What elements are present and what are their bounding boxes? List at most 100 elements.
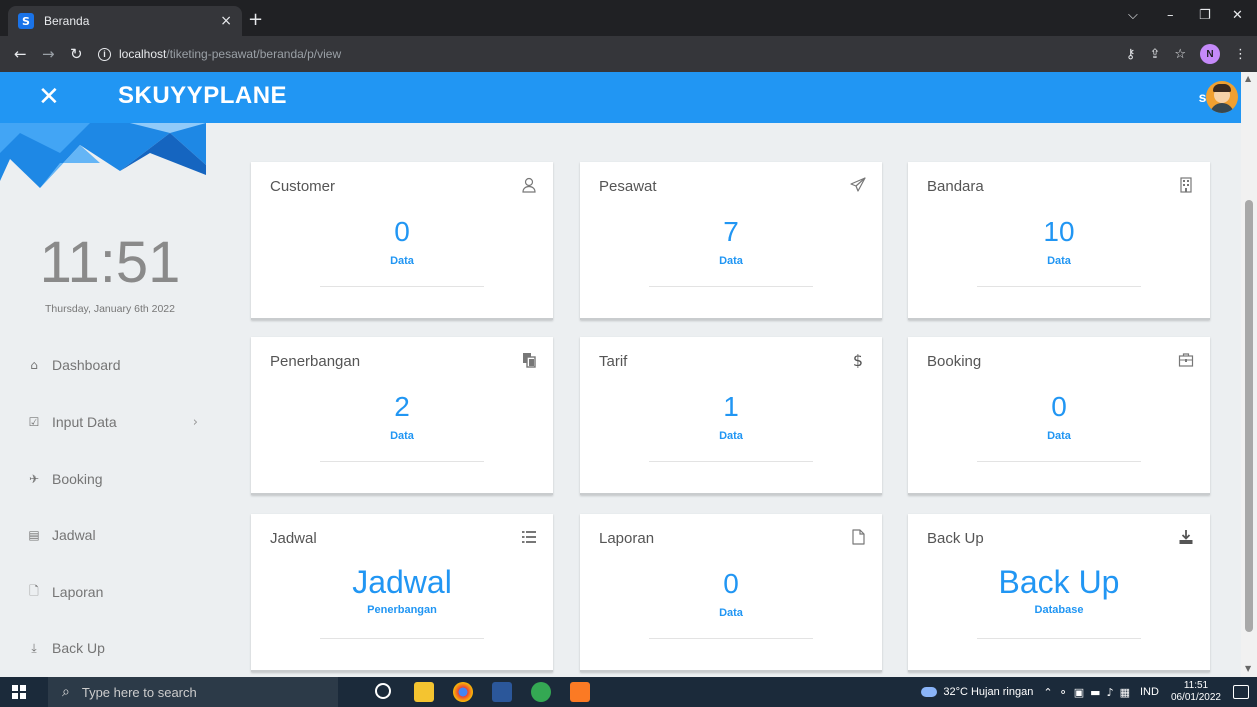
sidebar-close-icon[interactable]: ✕ <box>38 84 60 110</box>
page-scrollbar[interactable]: ▲ ▼ <box>1241 72 1257 677</box>
card-divider <box>649 461 813 462</box>
brand-title[interactable]: SKUYYPLANE <box>118 82 287 110</box>
site-info-icon[interactable]: i <box>98 47 111 61</box>
clock-time: 11:51 <box>39 230 181 295</box>
card-value: 2 <box>394 391 410 422</box>
card-subtitle: Data <box>719 255 743 267</box>
system-tray: 32°C Hujan ringan ⌃⚬▣▬♪▦ IND 11:51 06/01… <box>921 677 1257 707</box>
reload-icon[interactable]: ↻ <box>70 45 84 63</box>
copy-icon <box>523 353 536 368</box>
card-divider <box>977 638 1141 639</box>
back-icon[interactable]: ← <box>14 45 28 63</box>
card-subtitle: Data <box>719 430 743 442</box>
sidebar-item-label: Dashboard <box>52 357 121 373</box>
key-icon[interactable]: ⚷ <box>1126 47 1136 62</box>
star-icon[interactable]: ☆ <box>1174 47 1186 62</box>
share-icon[interactable]: ⇪ <box>1149 47 1160 62</box>
url-field[interactable]: i localhost /tiketing-pesawat/beranda/p/… <box>98 40 1178 68</box>
url-path: /tiketing-pesawat/beranda/p/view <box>166 47 342 61</box>
card-customer[interactable]: Customer 0 Data <box>251 162 553 320</box>
browser-tab-strip: S Beranda × + ⌵ – ❐ ✕ <box>0 0 1257 36</box>
file-icon: 🗋 <box>29 583 39 598</box>
card-divider <box>649 286 813 287</box>
profile-avatar[interactable]: N <box>1200 44 1220 64</box>
card-value: 0 <box>394 216 410 247</box>
app-icon[interactable] <box>531 682 551 702</box>
file-explorer-icon[interactable] <box>414 682 434 702</box>
card-penerbangan[interactable]: Penerbangan 2 Data <box>251 337 553 495</box>
sidebar-item-booking[interactable]: ✈ Booking <box>28 469 198 489</box>
sidebar-banner-image <box>0 123 206 188</box>
card-subtitle: Data <box>390 255 414 267</box>
sidebar-item-label: Booking <box>52 471 103 487</box>
card-jadwal[interactable]: Jadwal Jadwal Penerbangan <box>251 514 553 672</box>
tab-close-icon[interactable]: × <box>220 13 232 29</box>
sidebar-item-jadwal[interactable]: ▤ Jadwal <box>28 525 198 545</box>
language-indicator[interactable]: IND <box>1140 686 1159 698</box>
card-back-up[interactable]: Back Up Back Up Database <box>908 514 1210 672</box>
card-title: Jadwal <box>270 530 317 547</box>
windows-start-icon[interactable] <box>12 685 26 699</box>
download-icon: ⤓ <box>31 640 37 655</box>
notification-icon[interactable] <box>1233 685 1249 699</box>
page-viewport: ✕ SKUYYPLANE su 11:51 Thursday, January … <box>0 72 1257 677</box>
sidebar-item-label: Laporan <box>52 584 104 600</box>
sidebar-item-label: Input Data <box>52 414 117 430</box>
restore-icon[interactable]: ❐ <box>1199 8 1211 23</box>
sidebar-item-label: Jadwal <box>52 527 96 543</box>
new-tab-icon[interactable]: + <box>248 9 263 30</box>
card-tarif[interactable]: Tarif $ 1 Data <box>580 337 882 495</box>
menu-kebab-icon[interactable]: ⋮ <box>1234 47 1247 62</box>
weather-text[interactable]: 32°C Hujan ringan <box>943 686 1033 698</box>
card-subtitle: Data <box>1047 430 1071 442</box>
card-laporan[interactable]: Laporan 0 Data <box>580 514 882 672</box>
card-title: Bandara <box>927 178 984 195</box>
card-title: Laporan <box>599 530 655 547</box>
building-icon <box>1180 177 1192 193</box>
briefcase-icon <box>1178 353 1194 367</box>
tab-search-chevron-icon[interactable]: ⌵ <box>1128 8 1138 23</box>
forward-icon[interactable]: → <box>42 45 56 63</box>
dollar-icon: $ <box>853 352 863 368</box>
plane-icon: ✈ <box>28 472 40 486</box>
chrome-icon[interactable] <box>453 682 473 702</box>
chevron-right-icon: › <box>192 414 198 430</box>
svg-text:$: $ <box>853 352 863 368</box>
taskbar-search-box[interactable]: ⌕ Type here to search <box>48 677 338 707</box>
browser-tab[interactable]: S Beranda × <box>8 6 242 36</box>
sidebar-item-input-data[interactable]: ☑ Input Data › <box>28 412 198 432</box>
sidebar-item-back-up[interactable]: ⤓ Back Up <box>28 638 198 658</box>
minimize-icon[interactable]: – <box>1167 8 1174 23</box>
user-icon <box>522 177 536 193</box>
tab-favicon-icon: S <box>18 13 34 29</box>
sidebar-item-laporan[interactable]: 🗋 Laporan <box>28 582 198 602</box>
card-title: Tarif <box>599 353 628 370</box>
scroll-up-arrow-icon[interactable]: ▲ <box>1245 74 1251 83</box>
card-divider <box>320 461 484 462</box>
xampp-icon[interactable] <box>570 682 590 702</box>
taskbar-search-placeholder: Type here to search <box>81 684 197 700</box>
card-bandara[interactable]: Bandara 10 Data <box>908 162 1210 320</box>
card-title: Booking <box>927 353 982 370</box>
scrollbar-thumb[interactable] <box>1245 200 1253 632</box>
home-icon: ⌂ <box>30 358 38 372</box>
card-value: 10 <box>1043 216 1075 247</box>
card-divider <box>977 286 1141 287</box>
user-avatar[interactable] <box>1206 81 1238 113</box>
taskbar-clock[interactable]: 11:51 06/01/2022 <box>1171 680 1221 704</box>
card-booking[interactable]: Booking 0 Data <box>908 337 1210 495</box>
card-title: Customer <box>270 178 336 195</box>
tray-icons[interactable]: ⌃⚬▣▬♪▦ <box>1043 686 1136 699</box>
card-pesawat[interactable]: Pesawat 7 Data <box>580 162 882 320</box>
card-divider <box>977 461 1141 462</box>
card-value: 1 <box>723 391 739 422</box>
scroll-down-arrow-icon[interactable]: ▼ <box>1245 664 1251 673</box>
url-host: localhost <box>119 47 167 61</box>
sidebar-item-dashboard[interactable]: ⌂ Dashboard <box>28 355 198 375</box>
taskbar-time: 11:51 <box>1183 680 1209 691</box>
window-close-icon[interactable]: ✕ <box>1232 8 1243 23</box>
word-icon[interactable] <box>492 682 512 702</box>
cortana-icon[interactable] <box>375 683 391 699</box>
card-title: Penerbangan <box>270 353 361 370</box>
card-value: 7 <box>723 216 739 247</box>
